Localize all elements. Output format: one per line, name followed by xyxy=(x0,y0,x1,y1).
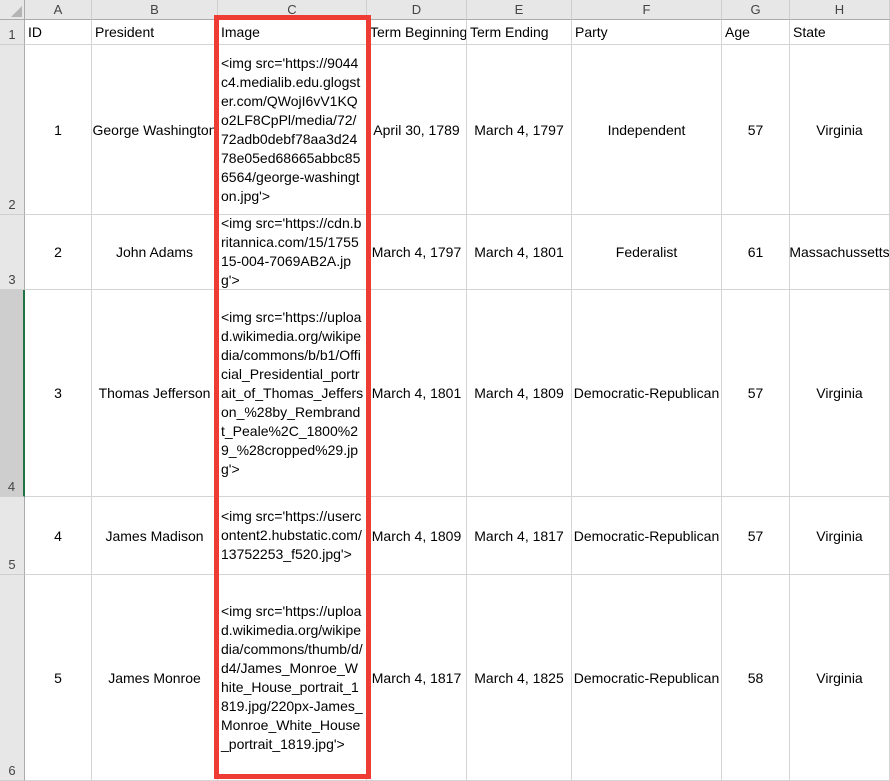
row-header-2[interactable]: 2 xyxy=(0,45,25,215)
cell-header-president[interactable]: President xyxy=(92,20,218,45)
cell-id-6[interactable]: 5 xyxy=(25,575,92,781)
cell-age-2[interactable]: 57 xyxy=(722,45,790,215)
cell-image-6[interactable]: <img src='https://upload.wikimedia.org/w… xyxy=(218,575,367,781)
cell-state-3[interactable]: Massachussetts xyxy=(790,215,890,290)
cell-term-beginning-3[interactable]: March 4, 1797 xyxy=(367,215,467,290)
cell-president-2[interactable]: George Washington xyxy=(92,45,218,215)
cell-state-4[interactable]: Virginia xyxy=(790,290,890,497)
column-header-row: A B C D E F G H xyxy=(0,0,890,20)
cell-term-beginning-4[interactable]: March 4, 1801 xyxy=(367,290,467,497)
cell-president-4[interactable]: Thomas Jefferson xyxy=(92,290,218,497)
cell-header-state[interactable]: State xyxy=(790,20,890,45)
spreadsheet: A B C D E F G H 1 ID President Image Ter… xyxy=(0,0,890,781)
cell-state-5[interactable]: Virginia xyxy=(790,497,890,575)
row-header-1[interactable]: 1 xyxy=(0,20,25,45)
cell-header-term-beginning[interactable]: Term Beginning xyxy=(367,20,467,45)
row-header-4-selected[interactable]: 4 xyxy=(0,290,25,497)
sheet-row-2: 2 1 George Washington <img src='https://… xyxy=(0,45,890,215)
select-all-triangle-icon xyxy=(11,6,22,17)
sheet-row-3: 3 2 John Adams <img src='https://cdn.bri… xyxy=(0,215,890,290)
cell-age-6[interactable]: 58 xyxy=(722,575,790,781)
sheet-row-6: 6 5 James Monroe <img src='https://uploa… xyxy=(0,575,890,781)
cell-id-4[interactable]: 3 xyxy=(25,290,92,497)
cell-party-5[interactable]: Democratic-Republican xyxy=(572,497,722,575)
cell-age-5[interactable]: 57 xyxy=(722,497,790,575)
cell-president-5[interactable]: James Madison xyxy=(92,497,218,575)
cell-age-4[interactable]: 57 xyxy=(722,290,790,497)
cell-term-beginning-5[interactable]: March 4, 1809 xyxy=(367,497,467,575)
cell-president-3[interactable]: John Adams xyxy=(92,215,218,290)
select-all-corner[interactable] xyxy=(0,0,25,20)
cell-term-beginning-2[interactable]: April 30, 1789 xyxy=(367,45,467,215)
cell-header-party[interactable]: Party xyxy=(572,20,722,45)
cell-state-2[interactable]: Virginia xyxy=(790,45,890,215)
sheet-row-5: 5 4 James Madison <img src='https://user… xyxy=(0,497,890,575)
cell-term-ending-3[interactable]: March 4, 1801 xyxy=(467,215,572,290)
column-header-a[interactable]: A xyxy=(25,0,92,20)
column-header-h[interactable]: H xyxy=(790,0,890,20)
cell-header-id[interactable]: ID xyxy=(25,20,92,45)
row-header-5[interactable]: 5 xyxy=(0,497,25,575)
cell-id-5[interactable]: 4 xyxy=(25,497,92,575)
cell-term-ending-2[interactable]: March 4, 1797 xyxy=(467,45,572,215)
sheet-row-4: 4 3 Thomas Jefferson <img src='https://u… xyxy=(0,290,890,497)
column-header-b[interactable]: B xyxy=(92,0,218,20)
cell-term-ending-6[interactable]: March 4, 1825 xyxy=(467,575,572,781)
cell-header-age[interactable]: Age xyxy=(722,20,790,45)
cell-term-ending-4[interactable]: March 4, 1809 xyxy=(467,290,572,497)
column-header-g[interactable]: G xyxy=(722,0,790,20)
cell-image-2[interactable]: <img src='https://9044c4.medialib.edu.gl… xyxy=(218,45,367,215)
row-header-3[interactable]: 3 xyxy=(0,215,25,290)
cell-president-6[interactable]: James Monroe xyxy=(92,575,218,781)
cell-party-2[interactable]: Independent xyxy=(572,45,722,215)
cell-id-2[interactable]: 1 xyxy=(25,45,92,215)
sheet-row-1: 1 ID President Image Term Beginning Term… xyxy=(0,20,890,45)
cell-id-3[interactable]: 2 xyxy=(25,215,92,290)
cell-party-4[interactable]: Democratic-Republican xyxy=(572,290,722,497)
cell-party-6[interactable]: Democratic-Republican xyxy=(572,575,722,781)
row-header-6[interactable]: 6 xyxy=(0,575,25,781)
column-header-e[interactable]: E xyxy=(467,0,572,20)
cell-image-3[interactable]: <img src='https://cdn.britannica.com/15/… xyxy=(218,215,367,290)
column-header-f[interactable]: F xyxy=(572,0,722,20)
cell-header-term-ending[interactable]: Term Ending xyxy=(467,20,572,45)
cell-term-ending-5[interactable]: March 4, 1817 xyxy=(467,497,572,575)
column-header-c[interactable]: C xyxy=(218,0,367,20)
cell-image-4[interactable]: <img src='https://upload.wikimedia.org/w… xyxy=(218,290,367,497)
cell-header-image[interactable]: Image xyxy=(218,20,367,45)
cell-image-5[interactable]: <img src='https://usercontent2.hubstatic… xyxy=(218,497,367,575)
column-header-d[interactable]: D xyxy=(367,0,467,20)
cell-state-6[interactable]: Virginia xyxy=(790,575,890,781)
cell-term-beginning-6[interactable]: March 4, 1817 xyxy=(367,575,467,781)
cell-party-3[interactable]: Federalist xyxy=(572,215,722,290)
cell-age-3[interactable]: 61 xyxy=(722,215,790,290)
